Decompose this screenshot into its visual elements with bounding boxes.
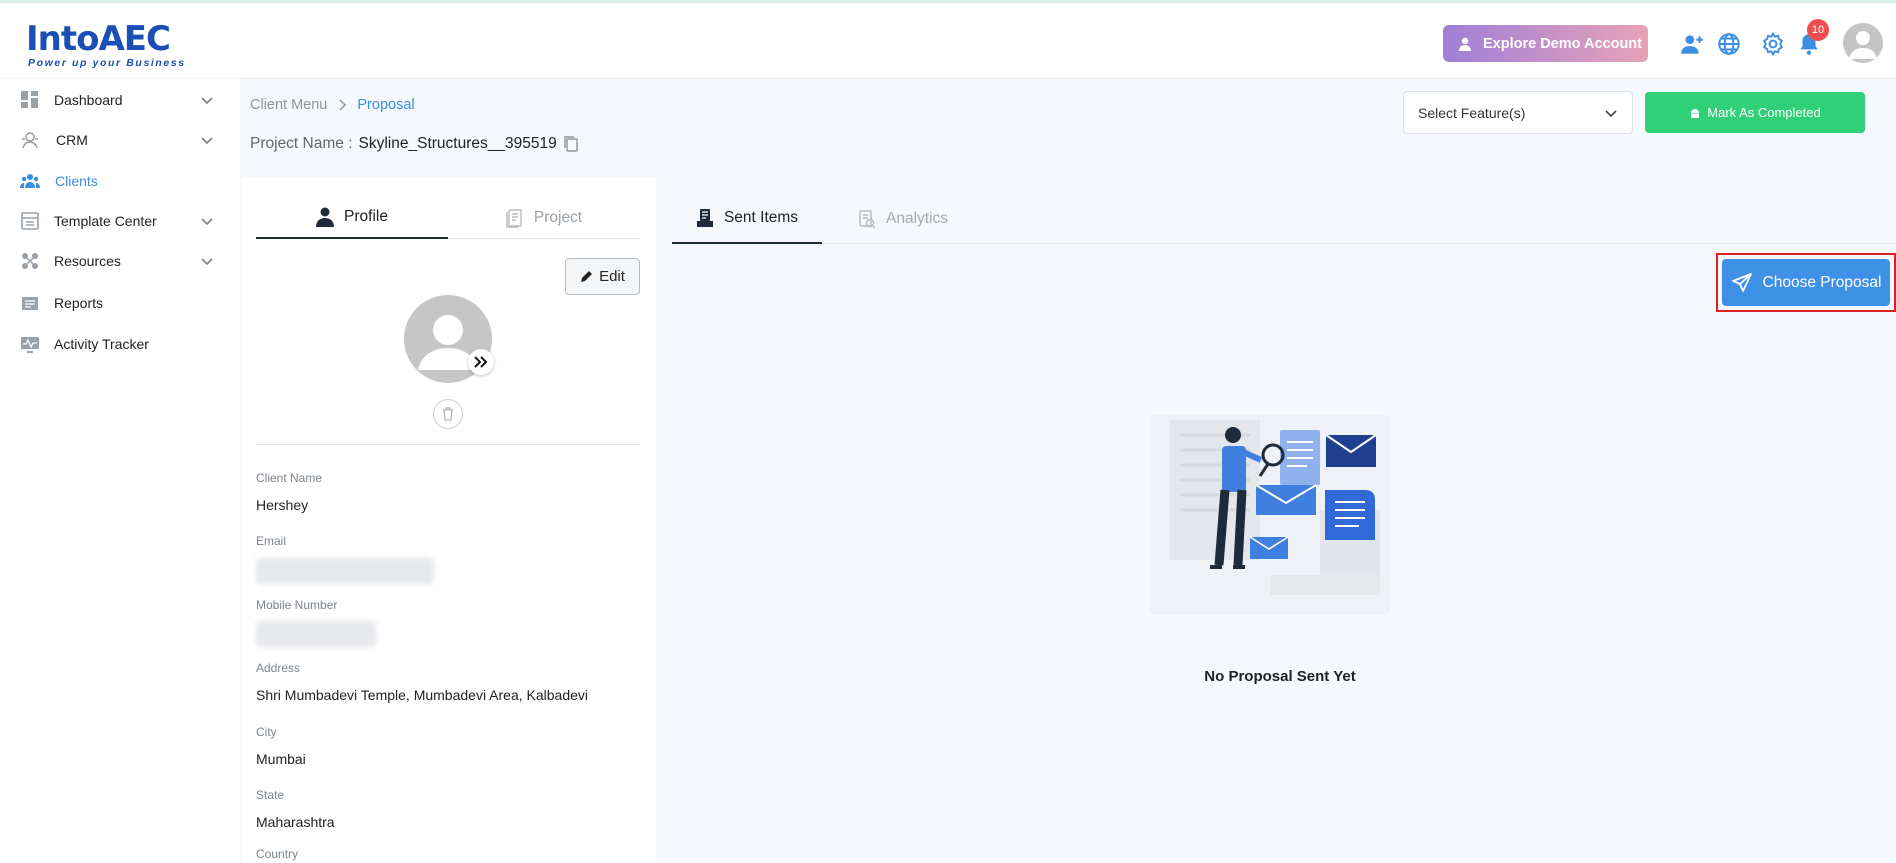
project-name-row: Project Name : Skyline_Structures__39551… [250, 135, 579, 153]
sidebar-item-crm[interactable]: CRM [0, 120, 240, 160]
breadcrumb-current: Proposal [357, 97, 415, 113]
sidebar: Dashboard CRM Clients Template Center Re… [0, 79, 240, 863]
tab-label: Project [533, 208, 583, 226]
field-value-address: Shri Mumbadevi Temple, Mumbadevi Area, K… [256, 687, 589, 703]
field-label-mobile: Mobile Number [256, 598, 338, 612]
tab-analytics[interactable]: Analytics [838, 193, 968, 244]
sidebar-item-activity-tracker[interactable]: Activity Tracker [0, 324, 240, 364]
field-label-email: Email [256, 534, 287, 548]
notification-badge: 10 [1807, 19, 1829, 41]
sidebar-item-clients[interactable]: Clients [0, 161, 240, 201]
chevron-right-icon [339, 99, 347, 111]
android-icon [1691, 108, 1700, 118]
user-icon [1459, 37, 1471, 51]
field-value-client-name: Hershey [256, 497, 309, 513]
change-avatar-button[interactable] [468, 349, 494, 375]
user-avatar-icon [1849, 31, 1877, 59]
user-icon [316, 207, 335, 227]
breadcrumb-parent[interactable]: Client Menu [250, 97, 327, 113]
trash-icon [443, 407, 453, 421]
template-icon [21, 212, 39, 230]
pencil-icon [581, 271, 593, 282]
double-chevron-right-icon [474, 356, 488, 368]
crm-icon [22, 132, 38, 149]
project-name-value: Skyline_Structures__395519 [358, 135, 557, 152]
add-user-icon[interactable] [1679, 31, 1705, 57]
choose-proposal-label: Choose Proposal [1762, 273, 1882, 291]
chevron-down-icon [1605, 110, 1617, 118]
field-value-email-redacted [256, 558, 434, 584]
mark-as-completed-label: Mark As Completed [1707, 105, 1821, 120]
chevron-down-icon [201, 218, 213, 226]
field-label-state: State [256, 788, 285, 802]
field-label-address: Address [256, 661, 301, 675]
field-label-client-name: Client Name [256, 471, 323, 485]
project-icon [506, 208, 522, 228]
delete-avatar-button[interactable] [433, 399, 463, 429]
project-name-label: Project Name : [250, 135, 353, 152]
tab-sent-items[interactable]: Sent Items [672, 193, 822, 244]
activity-icon [21, 337, 39, 353]
tab-label: Analytics [885, 209, 949, 227]
sidebar-item-label: Clients [55, 173, 98, 189]
select-feature-dropdown[interactable]: Select Feature(s) [1403, 91, 1633, 134]
chevron-down-icon [201, 137, 213, 145]
copy-icon[interactable] [563, 135, 579, 153]
sidebar-item-label: Reports [54, 295, 104, 311]
sent-items-icon [696, 208, 713, 227]
analytics-icon [859, 209, 876, 228]
divider [256, 444, 640, 445]
sidebar-item-dashboard[interactable]: Dashboard [0, 80, 240, 120]
tab-label: Sent Items [723, 208, 799, 226]
breadcrumb: Client Menu Proposal [250, 97, 415, 113]
explore-demo-label: Explore Demo Account [1483, 35, 1642, 52]
clients-icon [20, 174, 40, 188]
client-profile-panel: Profile Project Edit Client Name Hershey… [242, 177, 656, 863]
brand-logo[interactable]: IntoAEC Power up your Business [26, 13, 186, 71]
sidebar-item-template-center[interactable]: Template Center [0, 201, 240, 241]
field-label-city: City [256, 725, 277, 739]
gear-icon[interactable] [1760, 31, 1786, 57]
dashboard-icon [21, 91, 38, 108]
resources-icon [22, 253, 38, 269]
field-value-state: Maharashtra [256, 814, 335, 830]
sidebar-item-label: Dashboard [54, 92, 123, 108]
brand-tagline: Power up your Business [28, 57, 186, 69]
empty-state-message: No Proposal Sent Yet [1204, 668, 1356, 685]
globe-icon[interactable] [1716, 31, 1742, 57]
mark-as-completed-button[interactable]: Mark As Completed [1645, 92, 1865, 133]
field-value-city: Mumbai [256, 751, 306, 767]
sidebar-item-label: Resources [54, 253, 121, 269]
sidebar-item-label: Activity Tracker [54, 336, 149, 352]
edit-label: Edit [599, 268, 625, 285]
tabs-divider [822, 243, 1896, 244]
send-icon [1731, 272, 1752, 292]
chevron-down-icon [201, 97, 213, 105]
user-avatar[interactable] [1843, 23, 1883, 63]
sidebar-item-label: Template Center [54, 213, 157, 229]
field-value-mobile-redacted [256, 621, 376, 647]
tab-project[interactable]: Project [448, 197, 640, 239]
sidebar-item-label: CRM [56, 132, 88, 148]
sidebar-item-resources[interactable]: Resources [0, 241, 240, 281]
brand-name: IntoAEC [26, 19, 171, 59]
tab-profile[interactable]: Profile [256, 197, 448, 239]
choose-proposal-button[interactable]: Choose Proposal [1722, 259, 1890, 306]
edit-button[interactable]: Edit [565, 258, 640, 295]
field-label-country: Country [256, 847, 299, 861]
top-bar: IntoAEC Power up your Business Explore D… [0, 0, 1896, 79]
explore-demo-button[interactable]: Explore Demo Account [1443, 25, 1648, 62]
empty-state-illustration [1150, 415, 1390, 615]
select-feature-placeholder: Select Feature(s) [1418, 104, 1526, 121]
tab-label: Profile [344, 208, 388, 225]
sidebar-item-reports[interactable]: Reports [0, 283, 240, 323]
reports-icon [22, 297, 38, 310]
chevron-down-icon [201, 258, 213, 266]
